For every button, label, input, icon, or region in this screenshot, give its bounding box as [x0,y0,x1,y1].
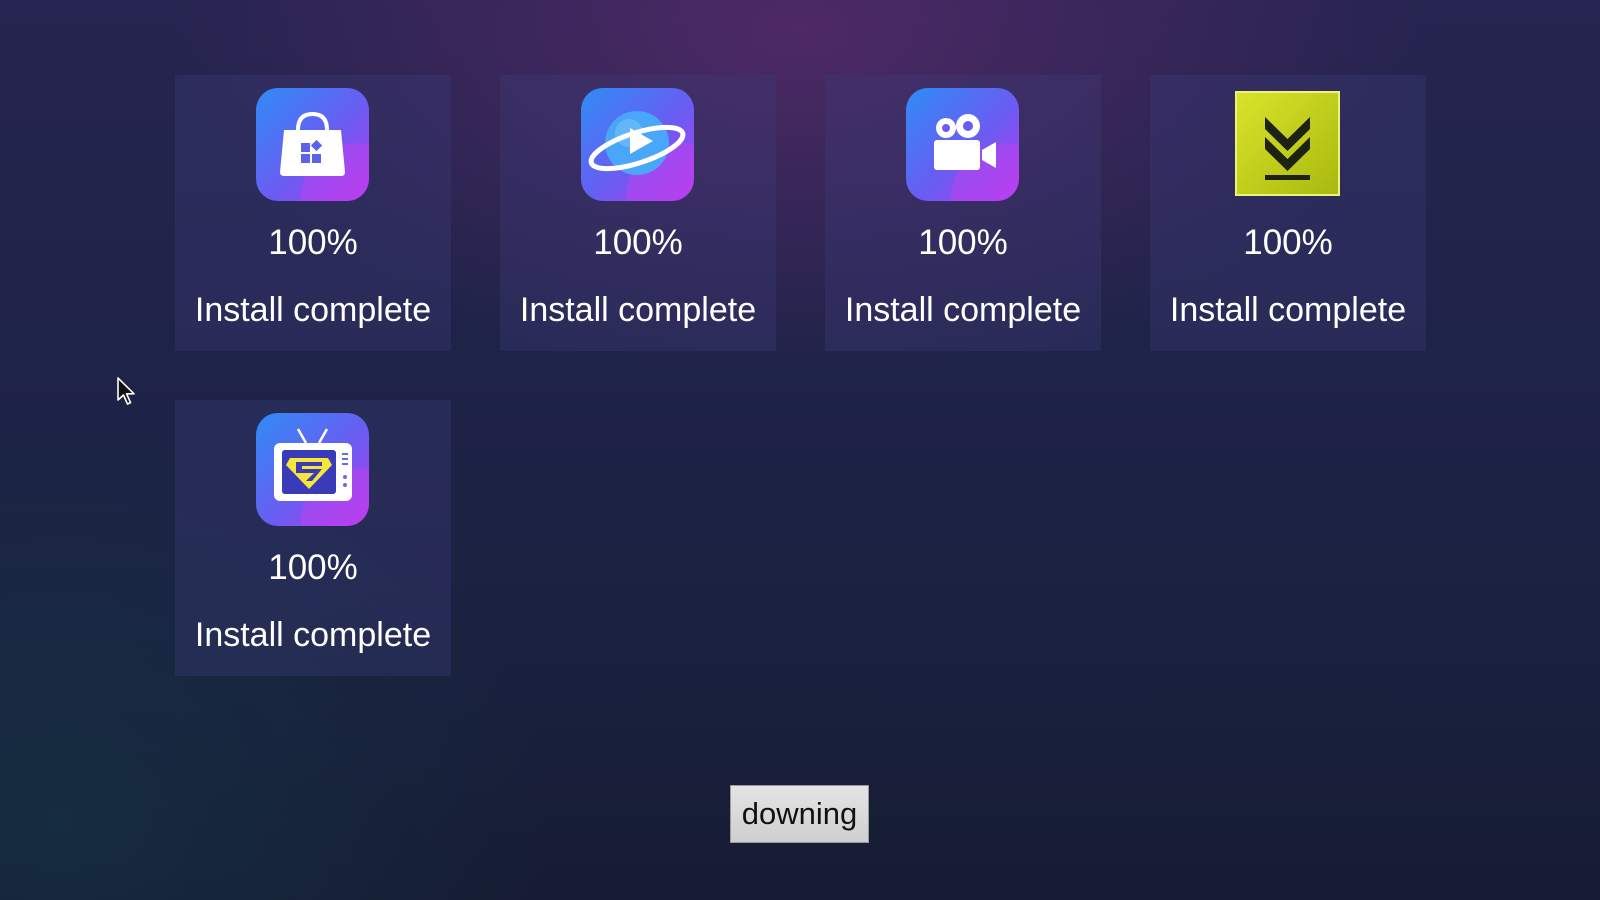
mouse-pointer-icon [116,376,138,408]
progress-percent: 100% [593,223,683,262]
install-status: Install complete [194,616,432,654]
video-planet-play-icon [581,88,694,201]
install-status: Install complete [1169,291,1407,329]
progress-percent: 100% [918,223,1008,262]
app-tile[interactable]: 100% Install complete [825,75,1101,351]
app-store-bag-icon [256,88,369,201]
video-camera-icon [906,88,1019,201]
downing-button[interactable]: downing [730,785,869,843]
progress-percent: 100% [268,223,358,262]
app-tile[interactable]: 100% Install complete [175,75,451,351]
progress-percent: 100% [268,548,358,587]
app-tile[interactable]: 100% Install complete [175,400,451,676]
install-status: Install complete [519,291,757,329]
install-grid: 100% Install complete 100% Install compl… [0,0,1600,900]
app-tile[interactable]: 100% Install complete [1150,75,1426,351]
app-tile[interactable]: 100% Install complete [500,75,776,351]
progress-percent: 100% [1243,223,1333,262]
install-status: Install complete [194,291,432,329]
install-status: Install complete [844,291,1082,329]
download-arrow-icon [1235,91,1340,196]
tv-s-logo-icon [256,413,369,526]
